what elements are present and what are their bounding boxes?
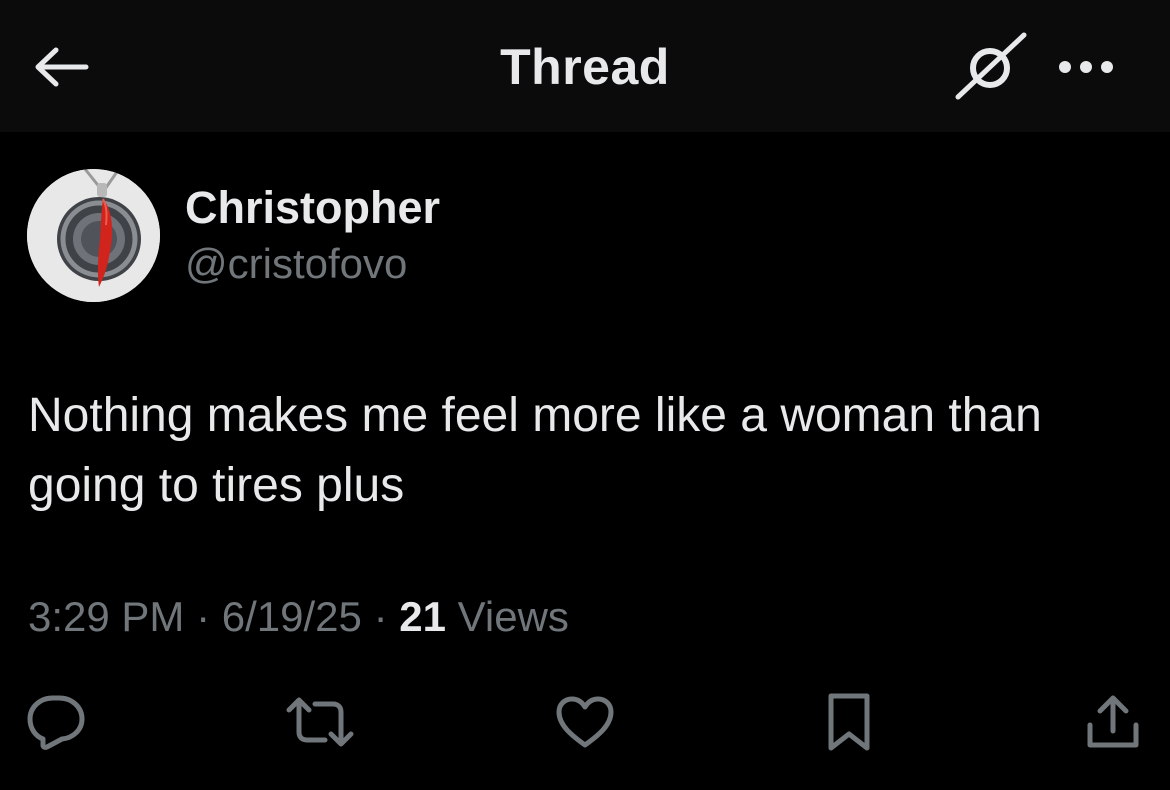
- views-label[interactable]: Views: [458, 593, 569, 640]
- meta-separator: ·: [196, 593, 211, 640]
- meta-separator: ·: [373, 593, 388, 640]
- pendant-with-red-horn-avatar: [27, 169, 160, 302]
- post-text: Nothing makes me feel more like a woman …: [28, 381, 1148, 521]
- grok-button[interactable]: [952, 30, 1032, 102]
- top-navigation-bar: Thread: [0, 0, 1170, 132]
- post-time[interactable]: 3:29 PM: [28, 593, 184, 640]
- reply-button[interactable]: [18, 684, 94, 760]
- ellipsis-icon: [1057, 59, 1115, 75]
- post-metadata: 3:29 PM · 6/19/25 · 21 Views: [28, 593, 569, 641]
- grok-slash-circle-icon: [954, 31, 1030, 101]
- reply-bubble-icon: [25, 694, 87, 750]
- author-display-name[interactable]: Christopher: [185, 182, 440, 234]
- bookmark-button[interactable]: [811, 684, 887, 760]
- repost-icon: [285, 696, 355, 748]
- post-date[interactable]: 6/19/25: [222, 593, 362, 640]
- more-options-button[interactable]: [1050, 40, 1122, 94]
- avatar[interactable]: [27, 169, 160, 302]
- repost-button[interactable]: [282, 684, 358, 760]
- views-count[interactable]: 21: [399, 593, 446, 640]
- share-upload-icon: [1085, 693, 1141, 751]
- heart-icon: [555, 695, 615, 749]
- bookmark-icon: [825, 692, 873, 752]
- author-handle[interactable]: @cristofovo: [185, 240, 407, 288]
- share-button[interactable]: [1075, 684, 1151, 760]
- post-text-line: going to tires plus: [28, 459, 405, 512]
- like-button[interactable]: [547, 684, 623, 760]
- post-text-line: Nothing makes me feel more like a woman …: [28, 389, 1042, 442]
